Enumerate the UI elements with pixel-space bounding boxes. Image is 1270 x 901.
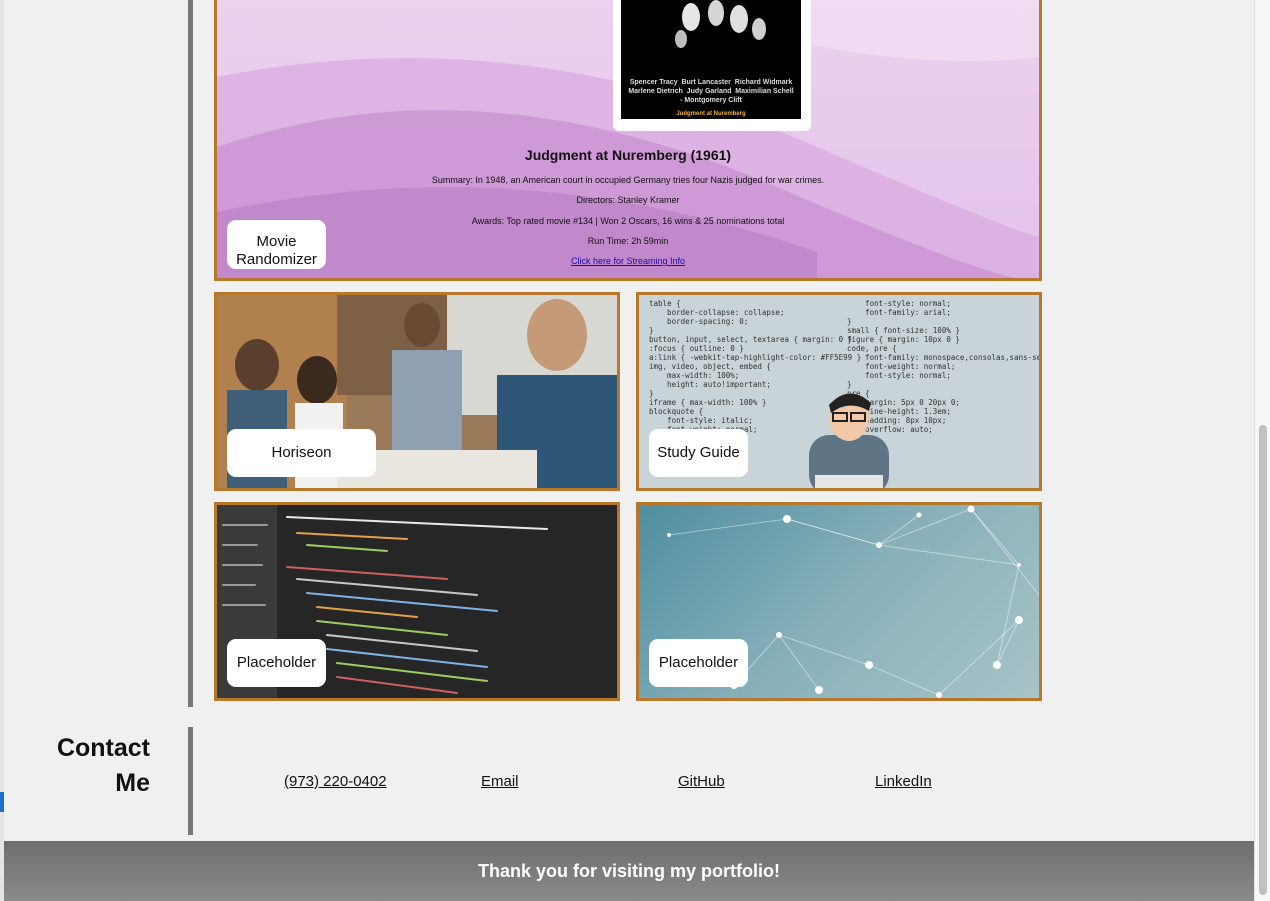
contact-divider [188, 727, 193, 835]
poster-title: Judgment at Nuremberg [676, 111, 746, 117]
project-label-study-guide: Study Guide [649, 429, 748, 477]
movie-title: Judgment at Nuremberg (1961) [524, 147, 732, 163]
developer-illustration [809, 393, 889, 488]
movie-directors: Directors: Stanley Kramer [576, 195, 680, 205]
project-card-study-guide[interactable]: table { border-collapse: collapse; borde… [636, 292, 1042, 491]
project-label-horiseon: Horiseon [227, 429, 376, 477]
linkedin-link[interactable]: LinkedIn [875, 773, 932, 790]
window-edge [0, 0, 4, 901]
contact-heading: Contact Me [50, 731, 150, 801]
project-card-horiseon[interactable]: Horiseon [214, 292, 620, 491]
project-label-movie-randomizer: Movie Randomizer [227, 220, 326, 269]
phone-link[interactable]: (973) 220-0402 [284, 773, 387, 790]
contact-heading-text: Contact Me [56, 734, 150, 797]
footer: Thank you for visiting my portfolio! [4, 841, 1254, 901]
movie-poster: Spencer Tracy Burt Lancaster Richard Wid… [613, 0, 811, 131]
movie-summary: Summary: In 1948, an American court in o… [431, 175, 825, 185]
scrollbar-thumb[interactable] [1259, 425, 1267, 895]
project-label-placeholder-1: Placeholder [227, 639, 326, 687]
project-card-placeholder-1[interactable]: Placeholder [214, 502, 620, 701]
window-edge-marker [0, 792, 4, 812]
poster-credits: Spencer Tracy Burt Lancaster Richard Wid… [628, 79, 794, 104]
section-divider [188, 0, 193, 707]
email-link[interactable]: Email [481, 773, 519, 790]
streaming-info-link[interactable]: Click here for Streaming Info [217, 256, 1039, 266]
project-card-movie-randomizer[interactable]: Spencer Tracy Burt Lancaster Richard Wid… [214, 0, 1042, 281]
project-card-placeholder-2[interactable]: Placeholder [636, 502, 1042, 701]
footer-text: Thank you for visiting my portfolio! [477, 861, 780, 881]
movie-runtime: Run Time: 2h 59min [587, 236, 669, 246]
page: Spencer Tracy Burt Lancaster Richard Wid… [0, 0, 1254, 901]
movie-awards: Awards: Top rated movie #134 | Won 2 Osc… [471, 216, 785, 226]
github-link[interactable]: GitHub [678, 773, 725, 790]
vertical-scrollbar[interactable] [1254, 0, 1270, 901]
project-label-placeholder-2: Placeholder [649, 639, 748, 687]
